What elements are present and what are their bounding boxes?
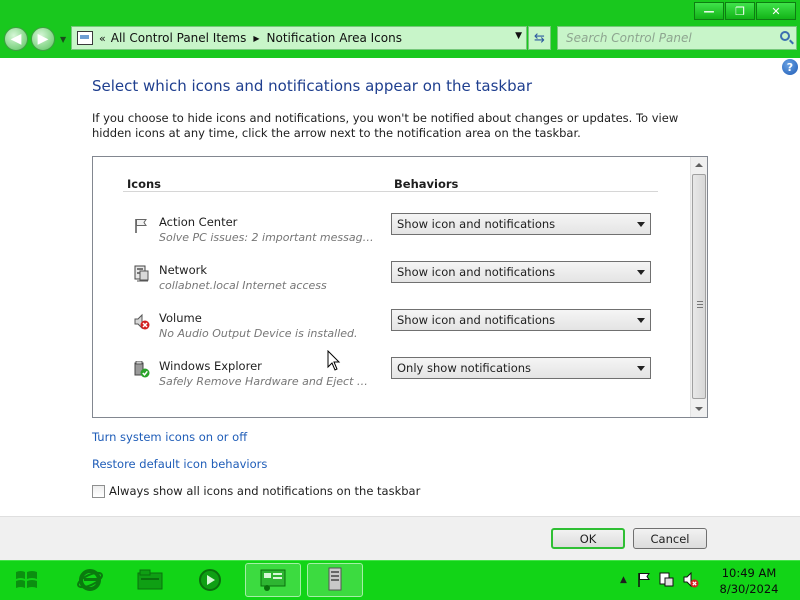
breadcrumb-separator-icon[interactable]: ▶	[253, 34, 259, 43]
network-icon	[134, 265, 149, 282]
media-player-icon	[199, 569, 221, 591]
page-description: If you choose to hide icons and notifica…	[92, 111, 679, 140]
behavior-select[interactable]: Show icon and notifications	[391, 261, 651, 283]
list-item: Volume No Audio Output Device is install…	[93, 309, 673, 349]
refresh-button[interactable]: ⇆	[528, 26, 551, 50]
breadcrumb-root[interactable]: All Control Panel Items	[111, 31, 247, 45]
search-placeholder: Search Control Panel	[566, 31, 692, 45]
notification-area: ▲	[620, 568, 699, 592]
item-name: Volume	[159, 311, 202, 325]
item-name: Windows Explorer	[159, 359, 262, 373]
item-description: Solve PC issues: 2 important messages 2 …	[159, 231, 375, 244]
scroll-down-icon[interactable]	[695, 407, 703, 411]
recent-pages-dropdown-icon[interactable]: ▼	[60, 35, 66, 44]
behavior-select[interactable]: Only show notifications	[391, 357, 651, 379]
server-icon	[328, 567, 342, 591]
always-show-label[interactable]: Always show all icons and notifications …	[109, 484, 420, 498]
help-icon: ?	[786, 60, 794, 74]
cancel-button[interactable]: Cancel	[633, 528, 707, 549]
behavior-select[interactable]: Show icon and notifications	[391, 309, 651, 331]
behavior-select-value: Show icon and notifications	[397, 265, 556, 279]
help-button[interactable]: ?	[782, 59, 798, 75]
flag-icon[interactable]	[637, 572, 651, 588]
behavior-select-value: Show icon and notifications	[397, 217, 556, 231]
speaker-muted-icon	[134, 313, 150, 330]
behavior-select-value: Only show notifications	[397, 361, 532, 375]
ok-button[interactable]: OK	[551, 528, 625, 549]
item-description: collabnet.local Internet access	[159, 279, 327, 292]
item-name: Action Center	[159, 215, 238, 229]
taskbar-windows-explorer[interactable]	[130, 563, 170, 597]
taskbar-server-manager[interactable]	[307, 563, 363, 597]
chevron-down-icon	[637, 318, 645, 323]
network-icon[interactable]	[659, 572, 675, 588]
control-panel-icon	[260, 569, 286, 591]
behavior-select[interactable]: Show icon and notifications	[391, 213, 651, 235]
breadcrumb-overflow-icon[interactable]: «	[99, 32, 106, 45]
list-item: Windows Explorer Safely Remove Hardware …	[93, 357, 673, 397]
forward-arrow-icon: ▶	[37, 31, 49, 47]
column-header-behaviors: Behaviors	[394, 177, 459, 191]
always-show-checkbox[interactable]	[92, 484, 105, 498]
internet-explorer-icon	[77, 569, 103, 591]
address-bar[interactable]: « All Control Panel Items ▶ Notification…	[71, 26, 527, 50]
taskbar-clock[interactable]: 10:49 AM 8/30/2024	[712, 565, 786, 597]
scrollbar-thumb[interactable]	[692, 174, 706, 399]
usb-safely-remove-icon	[134, 361, 150, 378]
scroll-grip-icon	[697, 301, 703, 308]
window-controls: — ❐ ✕	[693, 2, 796, 20]
item-description: Safely Remove Hardware and Eject Media	[159, 375, 375, 388]
flag-icon	[135, 219, 147, 233]
column-header-icons: Icons	[127, 177, 162, 191]
notification-icons-list[interactable]: Icons Behaviors Action Center Solve PC i…	[92, 156, 708, 418]
restore-defaults-link[interactable]: Restore default icon behaviors	[92, 457, 267, 471]
taskbar-internet-explorer[interactable]	[70, 563, 110, 597]
breadcrumb-current[interactable]: Notification Area Icons	[267, 31, 402, 45]
clock-time: 10:49 AM	[721, 566, 777, 580]
page-title: Select which icons and notifications app…	[92, 77, 532, 95]
search-icon[interactable]	[780, 31, 790, 41]
clock-date: 8/30/2024	[719, 582, 779, 596]
show-hidden-icons-arrow-icon[interactable]: ▲	[620, 575, 627, 585]
close-button[interactable]: ✕	[756, 2, 796, 20]
start-button-icon[interactable]	[10, 565, 42, 595]
minimize-button[interactable]: —	[694, 2, 724, 20]
mouse-pointer-icon	[327, 350, 341, 371]
header-divider	[123, 191, 658, 192]
folder-icon	[137, 569, 163, 590]
chevron-down-icon	[637, 222, 645, 227]
speaker-muted-icon[interactable]	[683, 572, 699, 588]
taskbar-control-panel[interactable]	[245, 563, 301, 597]
taskbar-media-player[interactable]	[190, 563, 230, 597]
search-input[interactable]: Search Control Panel	[557, 26, 797, 50]
refresh-icon: ⇆	[534, 30, 545, 46]
item-name: Network	[159, 263, 208, 277]
chevron-down-icon	[637, 366, 645, 371]
address-dropdown-icon[interactable]: ▼	[515, 31, 522, 41]
maximize-button[interactable]: ❐	[725, 2, 755, 20]
chevron-down-icon	[637, 270, 645, 275]
back-button[interactable]: ◀	[4, 27, 28, 51]
item-description: No Audio Output Device is installed.	[159, 327, 358, 340]
scroll-up-icon[interactable]	[695, 163, 703, 167]
behavior-select-value: Show icon and notifications	[397, 313, 556, 327]
list-item: Network collabnet.local Internet access …	[93, 261, 673, 301]
turn-system-icons-link[interactable]: Turn system icons on or off	[92, 430, 247, 444]
back-arrow-icon: ◀	[10, 31, 22, 47]
always-show-checkbox-row[interactable]: Always show all icons and notifications …	[92, 484, 420, 498]
list-item: Action Center Solve PC issues: 2 importa…	[93, 213, 673, 253]
forward-button[interactable]: ▶	[31, 27, 55, 51]
vertical-scrollbar[interactable]	[690, 157, 707, 417]
control-panel-icon	[77, 31, 93, 45]
